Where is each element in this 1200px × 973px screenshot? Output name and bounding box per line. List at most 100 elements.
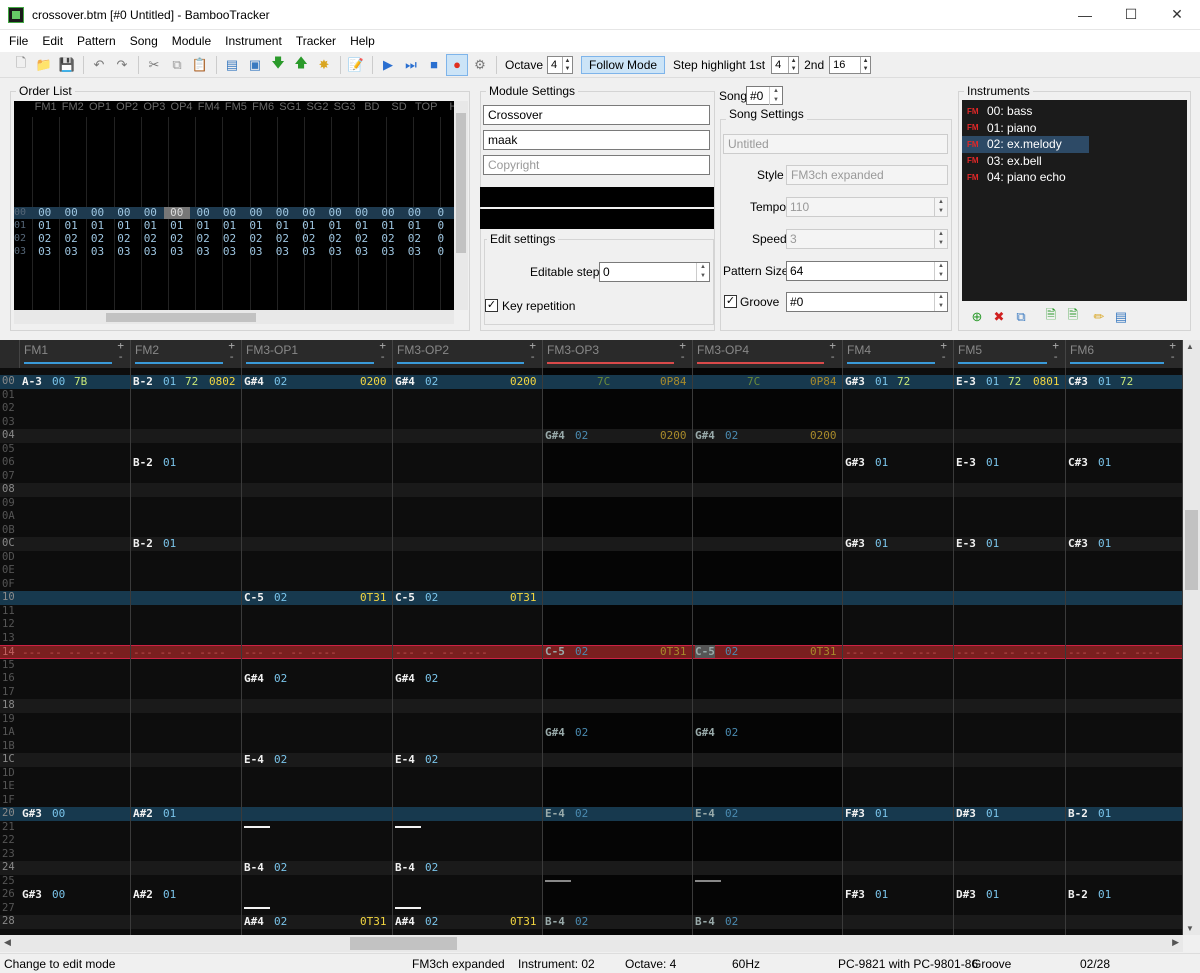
pattern-row[interactable]: 13 [0,632,1183,646]
order-cell[interactable]: 0 [428,246,454,258]
step-inst[interactable]: 00 [52,888,65,901]
order-cell[interactable]: 02 [269,233,295,245]
step-inst[interactable]: 01 [163,807,176,820]
track-header-fm3-op1[interactable]: FM3-OP1 + - [242,340,393,368]
step-note[interactable]: A#4 [395,915,415,928]
step-vol[interactable]: 7C [747,375,760,388]
pattern-vscrollbar[interactable]: ▲ ▼ [1183,340,1200,935]
step-inst[interactable]: 01 [875,888,888,901]
step-inst[interactable]: 01 [163,456,176,469]
step-vol[interactable]: 72 [1008,375,1021,388]
order-cell[interactable]: 00 [163,207,190,219]
speed-spinbox[interactable]: 3 ▲ ▼ [786,229,948,249]
copy-icon[interactable]: ⧉ [166,54,188,76]
order-cell[interactable]: 00 [111,207,137,219]
step-note[interactable]: G#3 [845,456,865,469]
step-inst[interactable]: 02 [274,915,287,928]
order-cell[interactable]: 03 [348,246,374,258]
step-fx[interactable]: 0T31 [360,591,387,604]
track-effect-column-toggle-icon[interactable]: + - [228,340,235,362]
pattern-row[interactable]: 17 [0,686,1183,700]
order-cell[interactable]: 01 [84,220,110,232]
step-inst[interactable]: 01 [163,375,176,388]
pattern-row[interactable]: 1D [0,767,1183,781]
step-inst[interactable]: 01 [163,537,176,550]
step-inst[interactable]: 02 [425,375,438,388]
step-inst[interactable]: 02 [274,861,287,874]
step-inst[interactable]: 01 [1098,807,1111,820]
step-fx[interactable]: 0200 [510,375,537,388]
order-cell[interactable]: 03 [243,246,269,258]
pattern-row[interactable]: 02 [0,402,1183,416]
order-cell[interactable]: 02 [375,233,401,245]
tempo-spinbox[interactable]: 110 ▲ ▼ [786,197,948,217]
instrument-item[interactable]: FM 01: piano [962,120,1187,137]
menu-pattern[interactable]: Pattern [70,34,123,48]
step-note[interactable]: A#2 [133,807,153,820]
order-cell[interactable]: 00 [348,207,374,219]
pattern-row[interactable]: 14 --- -- -- ---- --- -- -- ---- --- -- -- … [0,645,1183,659]
order-cell[interactable]: 03 [137,246,163,258]
redo-icon[interactable]: ↷ [111,54,133,76]
pattern-row[interactable]: 23 [0,848,1183,862]
step-inst[interactable]: 01 [986,537,999,550]
track-effect-column-toggle-icon[interactable]: + - [1169,340,1176,362]
pattern-row[interactable]: 00 [0,375,1183,389]
step-note[interactable]: C#3 [1068,456,1088,469]
menu-help[interactable]: Help [343,34,382,48]
order-cell[interactable]: 01 [164,220,190,232]
pattern-row[interactable]: 15 [0,659,1183,673]
order-cell[interactable]: 03 [111,246,137,258]
module-author-field[interactable]: maak [483,130,710,150]
record-icon[interactable]: ● [446,53,468,76]
order-cell[interactable]: 02 [84,233,110,245]
step-vol[interactable]: 72 [1120,375,1133,388]
step-note[interactable]: B-2 [1068,888,1088,901]
track-effect-column-toggle-icon[interactable]: + - [829,340,836,362]
step-highlight-1st-spinbox[interactable]: 4 ▲ ▼ [771,55,800,74]
step-vol[interactable]: 72 [185,375,198,388]
order-cell[interactable]: 03 [216,246,242,258]
pattern-row[interactable]: 0D [0,551,1183,565]
pattern-size-spinbox[interactable]: 64 ▲ ▼ [786,261,948,281]
instrument-item-selected[interactable]: FM 02: ex.melody [962,136,1089,153]
pattern-row[interactable]: 1A [0,726,1183,740]
insert-order-icon[interactable]: ▤ [221,54,243,76]
order-cell[interactable]: 02 [190,233,216,245]
step-note[interactable]: A#2 [133,888,153,901]
module-copyright-field[interactable]: Copyright [483,155,710,175]
step-inst[interactable]: 02 [274,591,287,604]
track-header-fm2[interactable]: FM2 + - [131,340,242,368]
step-note[interactable]: G#4 [244,672,264,685]
step-note[interactable]: B-4 [545,915,565,928]
instrument-item[interactable]: FM 04: piano echo [962,169,1187,186]
maximize-button[interactable]: ☐ [1108,0,1154,30]
step-note[interactable]: B-4 [244,861,264,874]
pattern-row[interactable]: 01 [0,389,1183,403]
order-cell[interactable]: 00 [84,207,110,219]
step-inst[interactable]: 02 [725,645,738,658]
step-vol[interactable]: 7B [74,375,87,388]
step-fx[interactable]: 0200 [360,375,387,388]
pattern-row[interactable]: 26 [0,888,1183,902]
pattern-row[interactable]: 25 [0,875,1183,889]
edit-instrument-icon[interactable]: ✏ [1088,309,1110,325]
order-cell[interactable]: 03 [269,246,295,258]
step-inst[interactable]: 00 [52,807,65,820]
step-note[interactable]: G#4 [545,726,565,739]
step-inst[interactable]: 02 [274,672,287,685]
step-inst[interactable]: 01 [986,807,999,820]
pattern-row[interactable]: 08 [0,483,1183,497]
song-title-field[interactable]: Untitled [723,134,948,154]
step-vol[interactable]: 7C [597,375,610,388]
step-note[interactable]: E-4 [395,753,415,766]
step-inst[interactable]: 02 [725,726,738,739]
track-effect-column-toggle-icon[interactable]: + - [379,340,386,362]
step-note[interactable]: G#4 [395,375,415,388]
order-cell[interactable]: 00 [401,207,427,219]
order-cell[interactable]: 02 [58,233,84,245]
order-cell[interactable]: 02 [348,233,374,245]
pattern-row[interactable]: 16 [0,672,1183,686]
key-off-marker[interactable] [545,879,571,882]
pattern-row[interactable]: 06 [0,456,1183,470]
